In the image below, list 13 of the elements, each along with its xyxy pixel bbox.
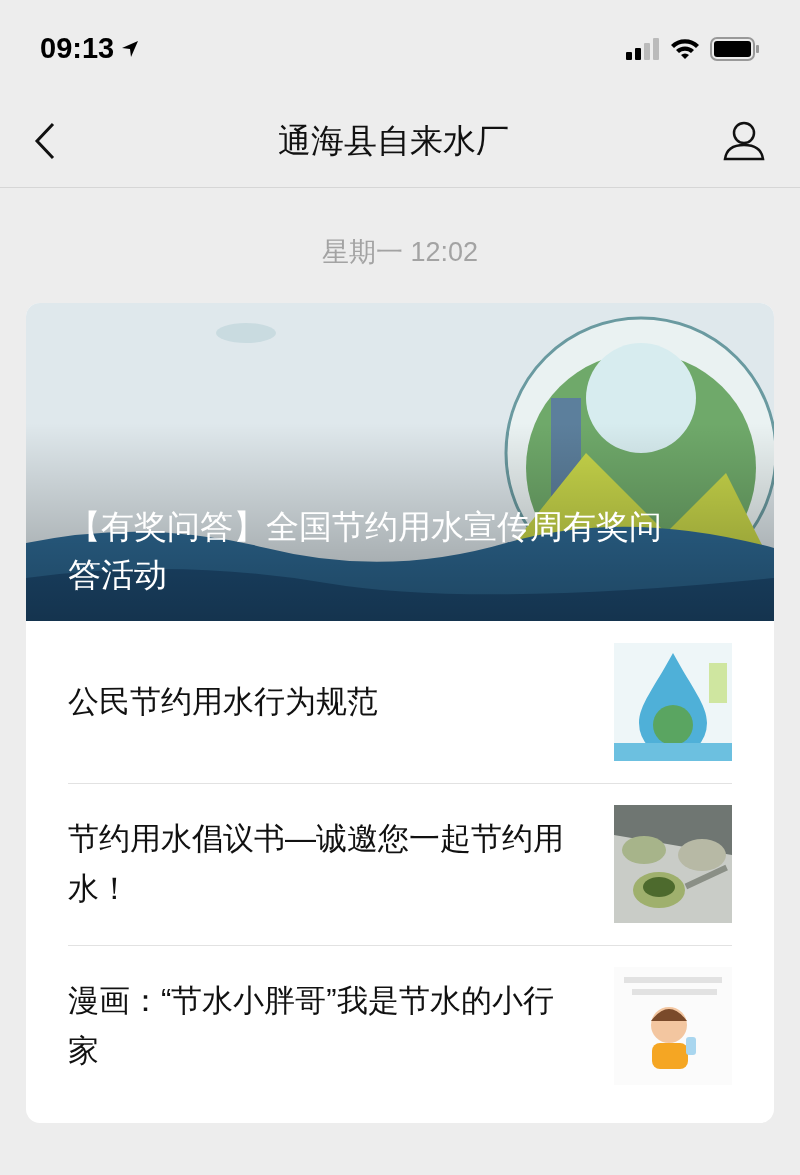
status-time: 09:13	[40, 31, 115, 67]
article-item[interactable]: 漫画：“节水小胖哥”我是节水的小行家	[68, 944, 732, 1107]
signal-icon	[626, 38, 660, 60]
message-time: 星期一 12:02	[321, 236, 479, 269]
nav-title: 通海县自来水厂	[277, 120, 509, 161]
article-title: 公民节约用水行为规范	[68, 683, 378, 719]
battery-icon	[710, 37, 760, 61]
location-icon	[120, 39, 141, 59]
article-title: 漫画：“节水小胖哥”我是节水的小行家	[68, 983, 554, 1068]
article-item[interactable]: 公民节约用水行为规范	[68, 620, 732, 783]
article-title: 节约用水倡议书—诚邀您一起节约用水！	[68, 821, 564, 906]
wifi-icon	[670, 38, 700, 60]
article-item[interactable]: 节约用水倡议书—诚邀您一起节约用水！	[68, 782, 732, 945]
